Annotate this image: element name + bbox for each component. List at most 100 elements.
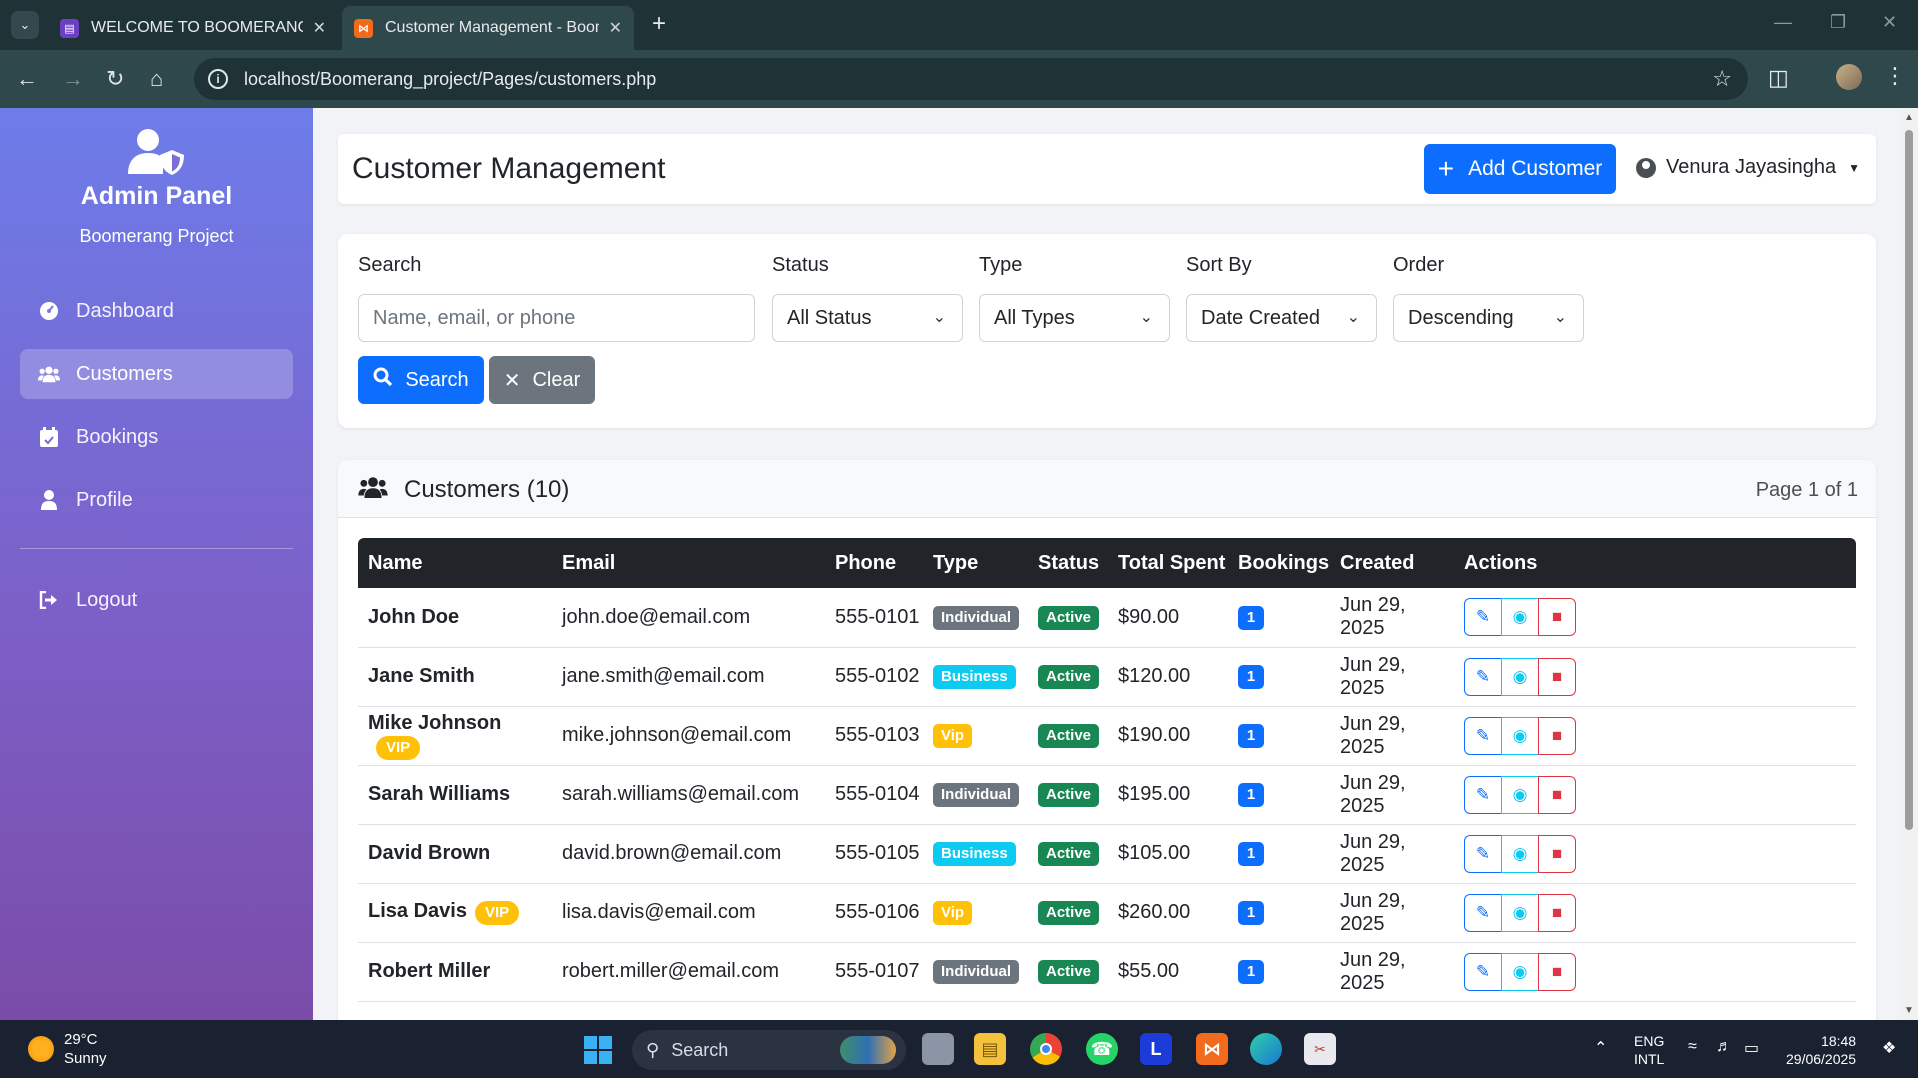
customer-bookings-cell: 1 [1228,824,1330,884]
edge-icon[interactable] [1250,1033,1282,1065]
scroll-down-arrow-icon[interactable]: ▼ [1904,1005,1914,1016]
sign-out-icon [38,589,60,611]
reload-icon[interactable]: ↻ [106,66,124,92]
sidebar-item-customers[interactable]: Customers [20,349,293,399]
clock[interactable]: 18:48 29/06/2025 [1786,1032,1856,1068]
wifi-icon[interactable]: ≈ [1688,1038,1697,1056]
sun-icon[interactable] [28,1036,54,1062]
delete-button[interactable]: ■ [1538,775,1576,814]
delete-button[interactable]: ■ [1538,598,1576,637]
close-window-icon[interactable]: ✕ [1882,12,1897,33]
volume-icon[interactable]: ♬ [1716,1038,1732,1056]
column-header[interactable]: Phone [825,538,923,588]
customer-phone: 555-0101 [825,588,923,648]
l-app-icon[interactable]: L [1140,1033,1172,1065]
clear-button[interactable]: ✕ Clear [489,356,595,404]
sidebar-item-logout[interactable]: Logout [20,575,293,625]
scrollbar-thumb[interactable] [1905,130,1913,830]
delete-button[interactable]: ■ [1538,657,1576,696]
bookmark-star-icon[interactable]: ☆ [1712,66,1732,92]
address-bar[interactable]: i localhost/Boomerang_project/Pages/cust… [194,58,1748,100]
status-select[interactable]: All Status ⌄ [772,294,963,342]
edit-button[interactable]: ✎ [1464,775,1502,814]
site-info-icon[interactable]: i [208,69,228,89]
home-icon[interactable]: ⌂ [150,66,163,92]
snipping-tool-icon[interactable]: ✂ [1304,1033,1336,1065]
language-indicator[interactable]: ENG INTL [1634,1032,1664,1068]
delete-button[interactable]: ■ [1538,834,1576,873]
user-dropdown[interactable]: Venura Jayasingha ▼ [1636,156,1860,179]
forward-arrow-icon[interactable]: → [62,66,84,92]
browser-tab-welcome[interactable]: ▤ WELCOME TO BOOMERANG SC ✕ [48,6,338,50]
scroll-up-arrow-icon[interactable]: ▲ [1904,112,1914,123]
column-header[interactable]: Bookings [1228,538,1330,588]
view-button[interactable]: ◉ [1501,893,1539,932]
taskbar-search[interactable]: ⚲ Search [632,1030,906,1070]
column-header[interactable]: Created [1330,538,1454,588]
browser-tab-customer-management[interactable]: ⋈ Customer Management - Boom ✕ [342,6,634,50]
delete-button[interactable]: ■ [1538,952,1576,991]
delete-button[interactable]: ■ [1538,716,1576,755]
profile-avatar[interactable] [1836,64,1862,90]
search-button[interactable]: Search [358,356,484,404]
purple-square-icon: ▤ [60,18,79,38]
edit-button[interactable]: ✎ [1464,834,1502,873]
sidebar-item-bookings[interactable]: Bookings [20,412,293,462]
tab-search-chevron-icon[interactable]: ⌄ [11,11,39,39]
tab-close-icon[interactable]: ✕ [313,18,326,38]
customer-type-cell: Individual [923,942,1028,1002]
page-scrollbar[interactable]: ▲ ▼ [1900,108,1918,1020]
tab-close-icon[interactable]: ✕ [609,18,622,38]
notifications-icon[interactable]: ❖ [1882,1038,1896,1058]
browser-menu-icon[interactable]: ⋮ [1884,63,1906,89]
sidebar-item-profile[interactable]: Profile [20,475,293,525]
trash-icon: ■ [1551,902,1563,922]
status-badge: Active [1038,783,1100,807]
type-label: Type [979,254,1023,276]
view-button[interactable]: ◉ [1501,598,1539,637]
order-select[interactable]: Descending ⌄ [1393,294,1584,342]
whatsapp-icon[interactable]: ☎ [1086,1033,1118,1065]
edit-button[interactable]: ✎ [1464,893,1502,932]
sort-select[interactable]: Date Created ⌄ [1186,294,1377,342]
extensions-puzzle-icon[interactable]: ◫ [1768,65,1789,91]
edit-button[interactable]: ✎ [1464,716,1502,755]
column-header[interactable]: Type [923,538,1028,588]
column-header[interactable]: Email [552,538,825,588]
chevron-up-icon[interactable]: ⌃ [1594,1038,1607,1058]
edit-button[interactable]: ✎ [1464,952,1502,991]
chrome-icon[interactable] [1030,1033,1062,1065]
column-header[interactable]: Status [1028,538,1108,588]
edit-button[interactable]: ✎ [1464,598,1502,637]
view-button[interactable]: ◉ [1501,952,1539,991]
search-highlight-image [840,1036,896,1064]
back-arrow-icon[interactable]: ← [16,66,38,92]
view-button[interactable]: ◉ [1501,716,1539,755]
view-button[interactable]: ◉ [1501,775,1539,814]
column-header[interactable]: Name [358,538,552,588]
weather-widget[interactable]: 29°C Sunny [64,1030,107,1068]
xampp-icon[interactable]: ⋈ [1196,1033,1228,1065]
task-view-icon[interactable] [922,1033,954,1065]
battery-icon[interactable]: ▭ [1744,1038,1759,1058]
file-explorer-icon[interactable]: ▤ [974,1033,1006,1065]
xampp-icon: ⋈ [354,18,373,38]
type-select[interactable]: All Types ⌄ [979,294,1170,342]
customer-created: Jun 29, 2025 [1330,588,1454,648]
minimize-icon[interactable]: — [1774,12,1792,33]
column-header[interactable]: Total Spent [1108,538,1228,588]
add-customer-button[interactable]: + Add Customer [1424,144,1616,194]
delete-button[interactable]: ■ [1538,893,1576,932]
view-button[interactable]: ◉ [1501,657,1539,696]
view-button[interactable]: ◉ [1501,834,1539,873]
chevron-down-icon: ⌄ [1346,309,1360,326]
sidebar-item-dashboard[interactable]: Dashboard [20,286,293,336]
windows-start-icon[interactable] [584,1036,612,1064]
restore-icon[interactable]: ❐ [1830,12,1846,33]
search-input[interactable]: Name, email, or phone [358,294,755,342]
chevron-down-icon: ⌄ [1553,309,1567,326]
new-tab-icon[interactable]: + [652,10,666,38]
customer-created: Jun 29, 2025 [1330,883,1454,943]
customers-card-header: Customers (10) Page 1 of 1 [338,460,1876,518]
edit-button[interactable]: ✎ [1464,657,1502,696]
